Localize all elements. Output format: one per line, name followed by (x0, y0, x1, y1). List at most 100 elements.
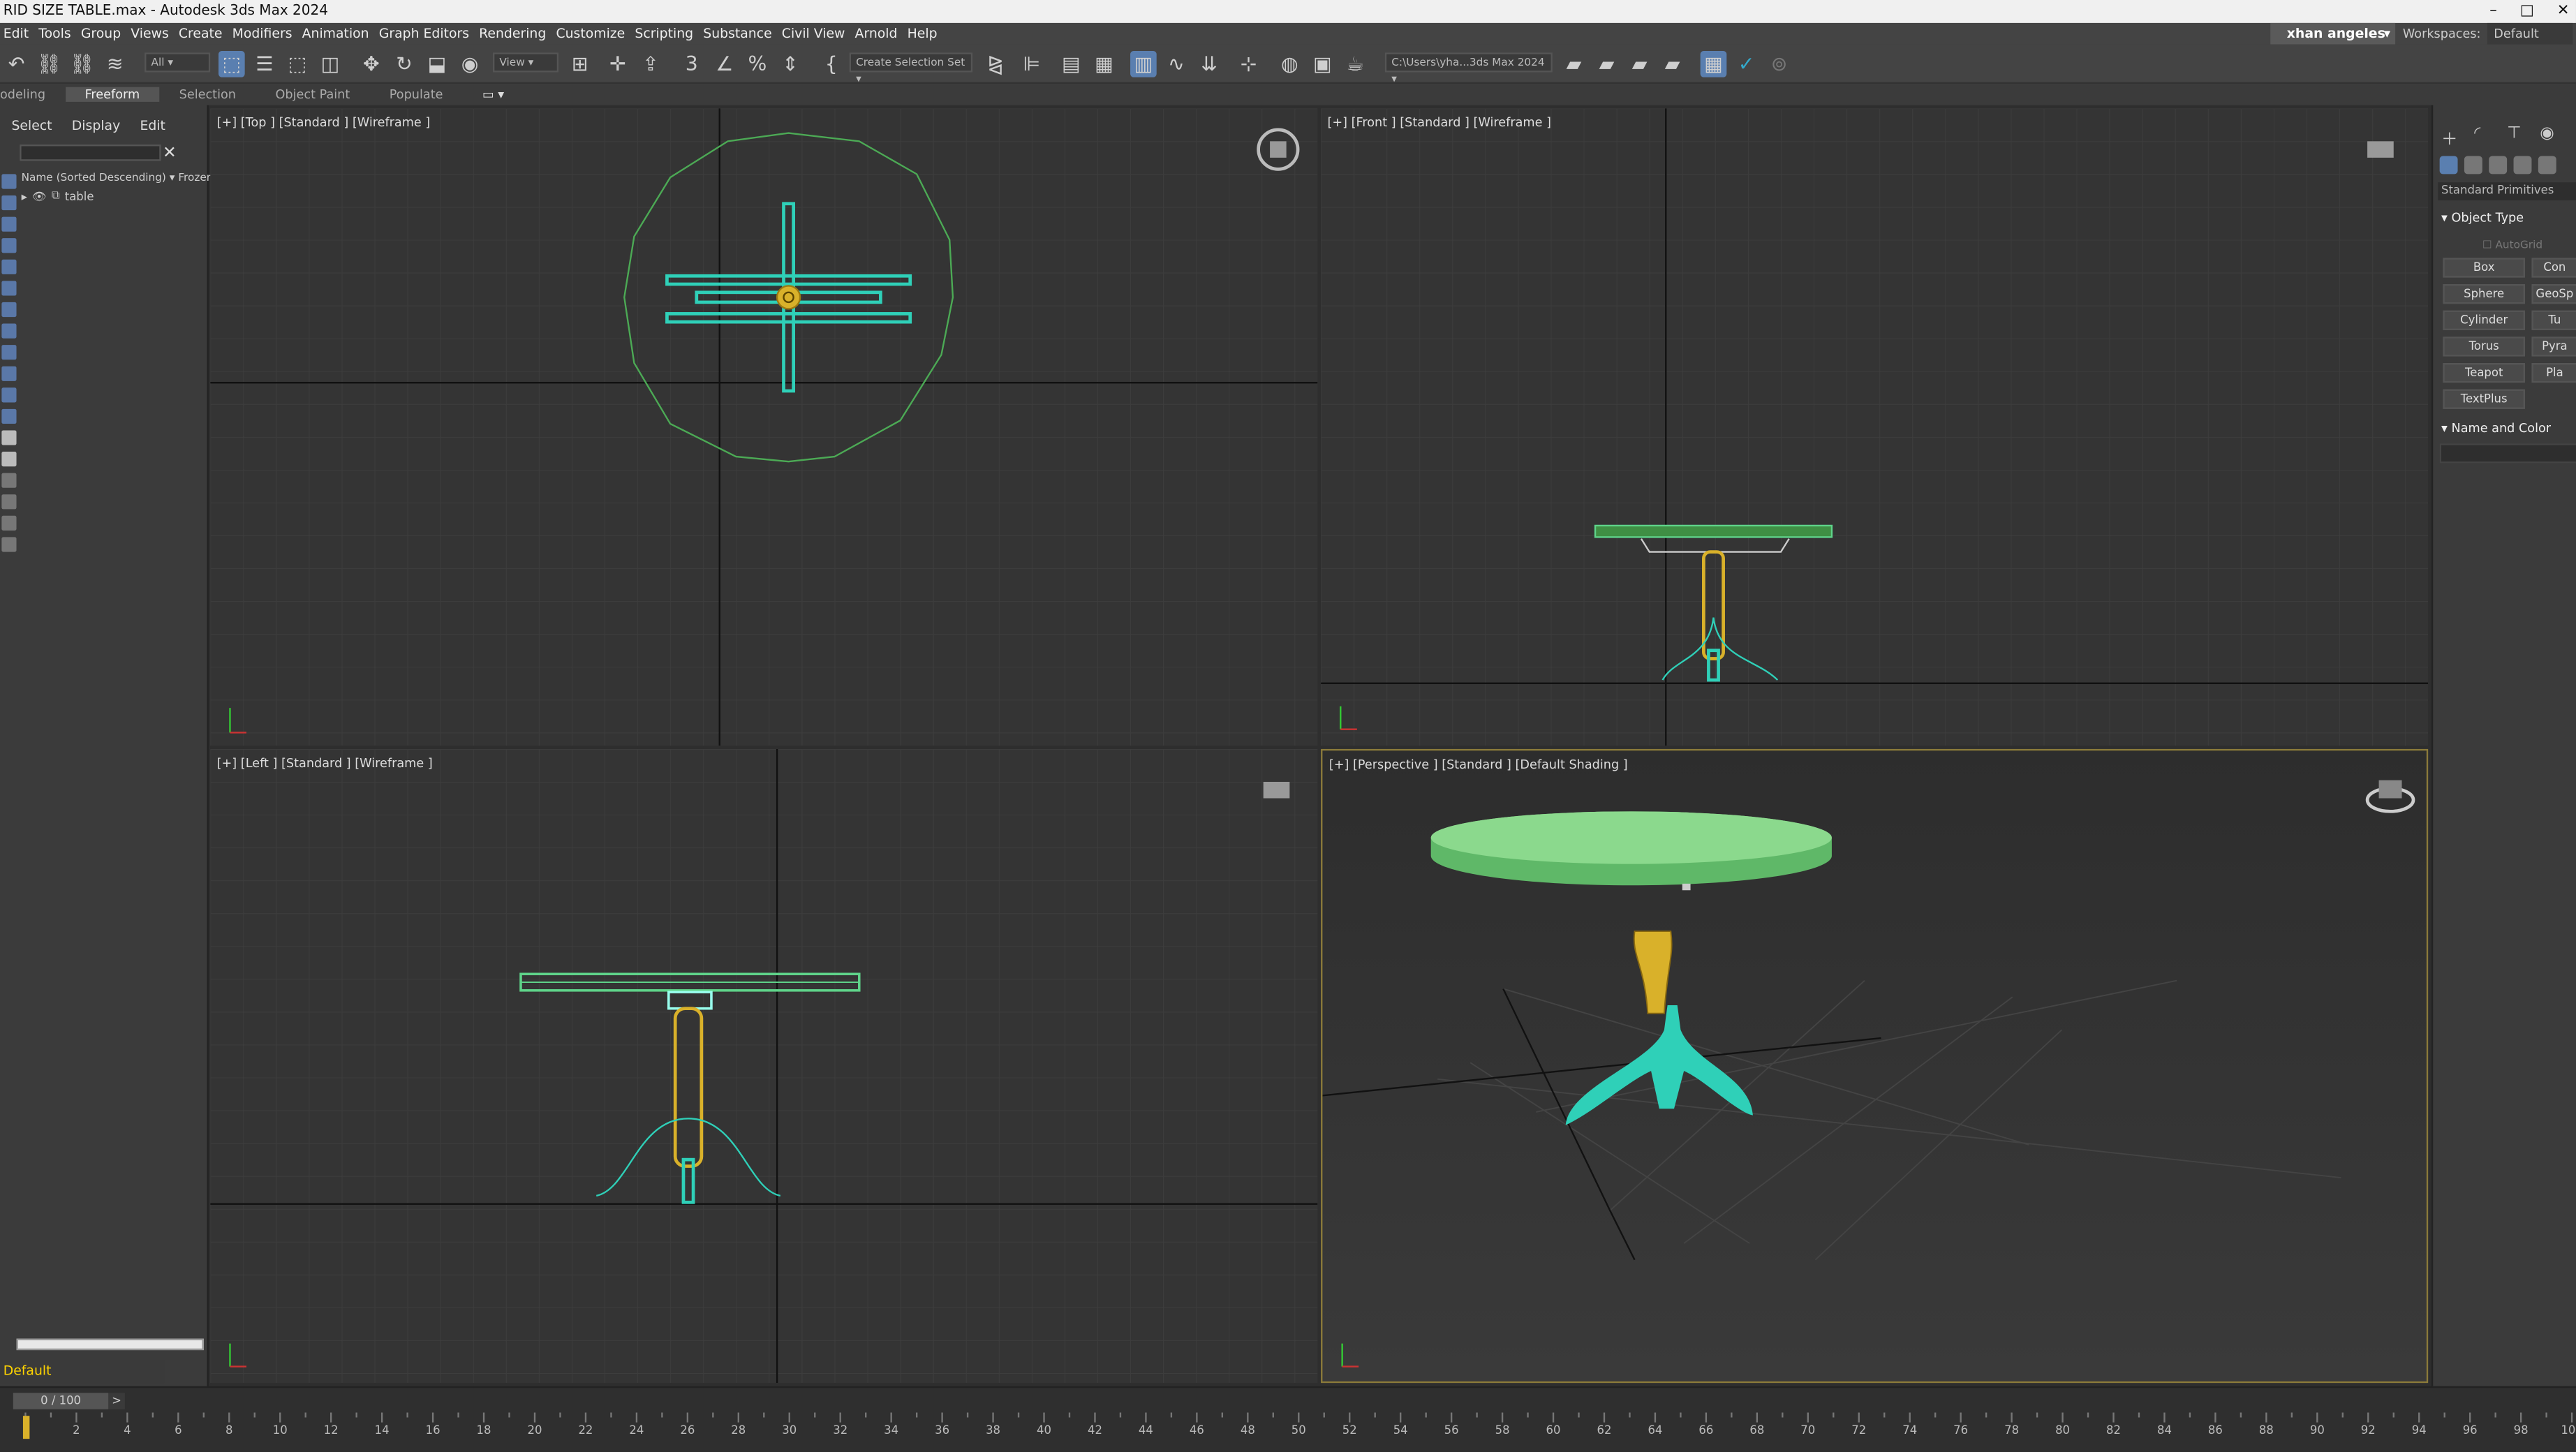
tab-object-paint[interactable]: Object Paint (256, 87, 369, 102)
open-folder-icon[interactable]: ▰ (1561, 51, 1587, 77)
primitive-category-dropdown[interactable]: Standard Primitives (2438, 182, 2576, 201)
current-layer-field[interactable]: Default (0, 1360, 165, 1384)
reference-coordinate-dropdown[interactable]: View ▾ (492, 52, 559, 73)
menu-animation[interactable]: Animation (302, 27, 379, 41)
bind-space-warp-icon[interactable]: ≋ (102, 51, 128, 77)
ribbon-options-icon[interactable]: ▭ ▾ (463, 87, 524, 102)
layer-explorer-icon[interactable]: ▤ (1058, 51, 1085, 77)
align-icon[interactable]: ⊫ (1019, 51, 1045, 77)
box-button[interactable]: Box (2443, 258, 2526, 278)
user-account-dropdown[interactable]: xhan angeles ▾ (2270, 22, 2396, 45)
spinner-snap-icon[interactable]: ⇕ (777, 51, 804, 77)
filter-spacewarps-icon[interactable] (1, 281, 17, 296)
eye-icon[interactable]: 👁 (32, 190, 47, 203)
menu-civil-view[interactable]: Civil View (782, 27, 855, 41)
filter-hidden-icon[interactable] (1, 408, 17, 424)
menu-group[interactable]: Group (81, 27, 131, 41)
modify-tab-icon[interactable]: ◜ (2474, 125, 2494, 145)
close-icon[interactable]: ✕ (163, 145, 177, 163)
scene-search-input[interactable] (20, 145, 161, 161)
menu-tools[interactable]: Tools (38, 27, 81, 41)
autogrid-checkbox[interactable]: ☐ AutoGrid (2482, 238, 2542, 251)
filter-extra-icon[interactable] (1, 537, 17, 552)
next-frame-icon[interactable]: > (108, 1393, 125, 1409)
check-icon[interactable]: ✓ (1733, 51, 1760, 77)
textplus-button[interactable]: TextPlus (2443, 389, 2526, 409)
name-column-header[interactable]: Name (Sorted Descending) (22, 171, 166, 184)
filter-bones-icon[interactable] (1, 345, 17, 360)
tab-freeform[interactable]: Freeform (65, 87, 160, 102)
object-name[interactable]: table (65, 190, 94, 203)
link-icon[interactable]: ⛓ (36, 51, 63, 77)
viewport-layout-icon[interactable]: ▦ (1700, 50, 1727, 77)
object-type-rollout[interactable]: ▾ Object Type (2441, 210, 2524, 225)
load-container-icon[interactable]: ▰ (1659, 51, 1686, 77)
filter-geometry-icon[interactable] (1, 174, 17, 189)
edit-named-selection-icon[interactable]: { (818, 51, 845, 77)
column-header[interactable]: Name (Sorted Descending) ▾ Frozen (22, 171, 214, 184)
filter-frozen-icon[interactable] (1, 387, 17, 403)
placement-icon[interactable]: ◉ (457, 51, 483, 77)
menu-substance[interactable]: Substance (703, 27, 782, 41)
hierarchy-tab-icon[interactable]: ⊤ (2507, 125, 2526, 145)
filter-options-icon[interactable] (1, 515, 17, 531)
menu-views[interactable]: Views (131, 27, 179, 41)
project-folder-dropdown[interactable]: C:\Users\yha...3ds Max 2024 ▾ (1384, 52, 1553, 85)
render-icon[interactable]: ☕ (1342, 51, 1369, 77)
torus-button[interactable]: Torus (2443, 336, 2526, 357)
helpers-icon[interactable] (2538, 156, 2556, 175)
viewport-left[interactable]: [+] [Left ] [Standard ] [Wireframe ] (210, 748, 1318, 1384)
undo-icon[interactable]: ↶ (3, 51, 30, 77)
tab-select[interactable]: Select (11, 118, 52, 133)
select-by-name-icon[interactable]: ☰ (251, 51, 278, 77)
scale-icon[interactable]: ⬓ (424, 51, 450, 77)
autodesk-icon[interactable]: ⊚ (1766, 51, 1793, 77)
explorer-scrollbar[interactable] (16, 1338, 204, 1351)
move-icon[interactable]: ✥ (358, 51, 385, 77)
rect-selection-icon[interactable]: ⬚ (284, 51, 311, 77)
sphere-button[interactable]: Sphere (2443, 284, 2526, 304)
save-container-icon[interactable]: ▰ (1627, 51, 1653, 77)
viewport-label-left[interactable]: [+] [Left ] [Standard ] [Wireframe ] (217, 755, 433, 770)
tube-button[interactable]: Tu (2531, 310, 2576, 330)
menu-modifiers[interactable]: Modifiers (232, 27, 302, 41)
menu-graph-editors[interactable]: Graph Editors (379, 27, 479, 41)
object-name-field[interactable] (2439, 443, 2576, 464)
select-object-icon[interactable]: ⬚ (218, 50, 245, 77)
minimize-button[interactable]: – (2489, 0, 2497, 23)
percent-snap-icon[interactable]: % (744, 51, 771, 77)
close-button[interactable]: ✕ (2557, 0, 2570, 23)
viewport-label-perspective[interactable]: [+] [Perspective ] [Standard ] [Default … (1329, 757, 1628, 772)
geometry-icon[interactable] (2439, 156, 2458, 175)
ribbon-toggle-icon[interactable]: ▦ (1091, 51, 1118, 77)
tab-selection[interactable]: Selection (159, 87, 256, 102)
menu-edit[interactable]: Edit (3, 27, 39, 41)
menu-help[interactable]: Help (908, 27, 947, 41)
filter-helpers-icon[interactable] (1, 259, 17, 274)
filter-all-icon[interactable] (1, 430, 17, 445)
cone-button[interactable]: Con (2531, 258, 2576, 278)
pyramid-button[interactable]: Pyra (2531, 336, 2576, 357)
plane-button[interactable]: Pla (2531, 362, 2576, 383)
name-and-color-rollout[interactable]: ▾ Name and Color (2441, 420, 2551, 435)
filter-invert-icon[interactable] (1, 473, 17, 488)
keyboard-shortcut-override-icon[interactable]: ⇪ (637, 51, 664, 77)
filter-none-icon[interactable] (1, 452, 17, 467)
filter-lights-icon[interactable] (1, 216, 17, 232)
scene-explorer-toggle-icon[interactable]: ▥ (1130, 50, 1157, 77)
selection-filter-dropdown[interactable]: All ▾ (145, 52, 211, 73)
tab-populate[interactable]: Populate (370, 87, 463, 102)
filter-shapes-icon[interactable] (1, 195, 17, 211)
viewport-label-front[interactable]: [+] [Front ] [Standard ] [Wireframe ] (1327, 115, 1551, 130)
menu-create[interactable]: Create (179, 27, 232, 41)
tab-modeling[interactable]: odeling (0, 87, 65, 102)
lights-icon[interactable] (2489, 156, 2508, 175)
schematic-view-icon[interactable]: ⊹ (1236, 51, 1262, 77)
snap-toggle-icon[interactable]: 3 (679, 51, 705, 77)
create-tab-icon[interactable]: ＋ (2441, 125, 2461, 149)
menu-arnold[interactable]: Arnold (855, 27, 908, 41)
filter-funnel-icon[interactable] (1, 494, 17, 510)
tab-edit[interactable]: Edit (140, 118, 165, 133)
filter-groups-icon[interactable] (1, 302, 17, 318)
material-editor-icon[interactable]: ◍ (1277, 51, 1303, 77)
